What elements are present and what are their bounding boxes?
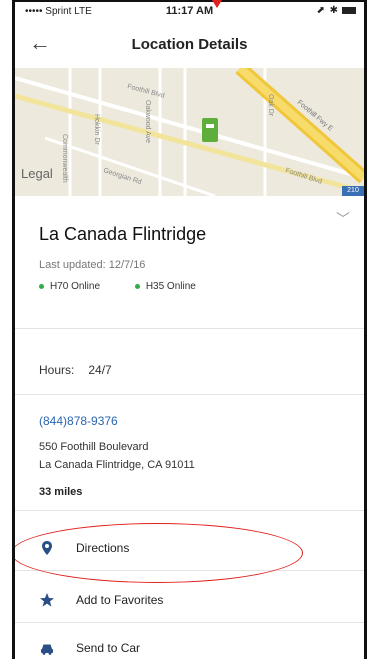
annotation-ellipse — [15, 523, 303, 583]
add-to-favorites-button[interactable]: Add to Favorites — [15, 580, 364, 620]
screenshot-border-right — [364, 0, 367, 659]
location-name: La Canada Flintridge — [39, 224, 207, 244]
divider — [15, 394, 364, 395]
location-map[interactable]: Commonwealth Hokkin Dr Oakwood Ave Footh… — [15, 68, 364, 196]
send-to-car-button[interactable]: Send to Car — [15, 628, 364, 659]
divider — [15, 328, 364, 329]
status-item-h70: H70 Online — [39, 281, 100, 292]
station-status-row: H70 Online H35 Online — [39, 281, 228, 292]
svg-text:Hokkin Dr: Hokkin Dr — [93, 114, 100, 145]
last-updated: Last updated: 12/7/16 — [39, 259, 146, 271]
navigation-bar: ← Location Details — [15, 22, 364, 66]
status-icons: ⬈ ✱ — [316, 5, 339, 16]
page-title: Location Details — [131, 36, 248, 53]
address-line-2: La Canada Flintridge, CA 91011 — [39, 459, 195, 471]
status-item-h35: H35 Online — [134, 281, 196, 292]
freeway-shield: 210 — [342, 186, 364, 196]
map-legal-link[interactable]: Legal — [21, 166, 53, 181]
hours-label: Hours: — [39, 363, 75, 377]
status-bar: ••••• Sprint LTE 11:17 AM ⬈ ✱ — [15, 2, 364, 22]
map-graphic: Commonwealth Hokkin Dr Oakwood Ave Footh… — [15, 68, 364, 196]
hours-value: 24/7 — [88, 363, 112, 377]
star-icon — [40, 593, 54, 607]
status-label: H70 Online — [50, 281, 101, 292]
hours-row: Hours: 24/7 — [39, 363, 112, 377]
status-label: H35 Online — [145, 281, 196, 292]
divider — [15, 510, 364, 511]
status-time: 11:17 AM — [165, 5, 214, 17]
phone-screen: ••••• Sprint LTE 11:17 AM ⬈ ✱ ← Location… — [15, 2, 364, 659]
favorites-label: Add to Favorites — [76, 593, 164, 607]
divider — [15, 622, 364, 623]
distance-label: 33 miles — [39, 486, 83, 498]
status-indicators: ⬈ ✱ — [316, 5, 356, 16]
car-icon — [41, 644, 53, 655]
svg-text:Oakwood Ave: Oakwood Ave — [144, 100, 151, 143]
send-to-car-label: Send to Car — [76, 641, 141, 655]
address-line-1: 550 Foothill Boulevard — [39, 441, 149, 453]
online-dot-icon — [134, 283, 140, 289]
annotation-arrow — [212, 0, 222, 8]
online-dot-icon — [39, 283, 44, 289]
svg-text:Oak Dr: Oak Dr — [267, 94, 274, 117]
battery-icon — [342, 6, 356, 14]
chevron-down-icon[interactable]: ﹀ — [336, 209, 350, 229]
svg-text:Commonwealth: Commonwealth — [61, 134, 68, 183]
phone-number-link[interactable]: (844)878-9376 — [39, 414, 118, 428]
